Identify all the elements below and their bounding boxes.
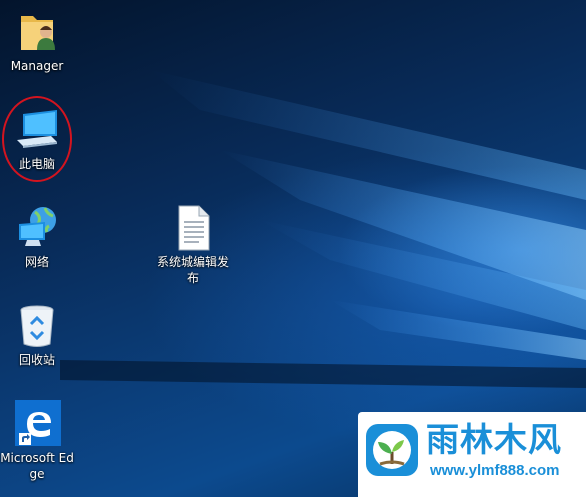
ylmf-logo-icon — [366, 424, 418, 476]
desktop-icon-label: 回收站 — [18, 353, 55, 367]
highlight-circle — [2, 96, 72, 182]
text-file-icon — [178, 205, 210, 251]
desktop-icon-network[interactable]: 网络 — [0, 204, 74, 270]
desktop-icon-label: 网络 — [24, 255, 49, 269]
shortcut-arrow-icon — [19, 433, 31, 445]
desktop-icon-label: Microsoft Edge — [0, 451, 74, 481]
watermark-url: www.ylmf888.com — [430, 462, 560, 479]
recycle-bin-icon — [20, 305, 54, 347]
user-folder-icon — [21, 16, 55, 50]
desktop-icon-manager[interactable]: Manager — [0, 8, 74, 74]
desktop-icon-microsoft-edge[interactable]: Microsoft Edge — [0, 400, 74, 482]
watermark-brand: 雨林木风 — [426, 420, 562, 459]
desktop-icon-label: 系统城编辑发布 — [156, 255, 229, 285]
desktop-icon-label: Manager — [10, 59, 64, 73]
network-icon — [19, 207, 56, 246]
desktop-icon-text-file[interactable]: 系统城编辑发布 — [155, 204, 231, 286]
desktop-background: Manager 此电脑 网络 系统城编辑发布 回收站 Microsoft Edg… — [0, 0, 586, 497]
edge-icon — [15, 400, 61, 446]
desktop-icon-recycle-bin[interactable]: 回收站 — [0, 302, 74, 368]
watermark-banner: 雨林木风 www.ylmf888.com — [358, 412, 586, 497]
